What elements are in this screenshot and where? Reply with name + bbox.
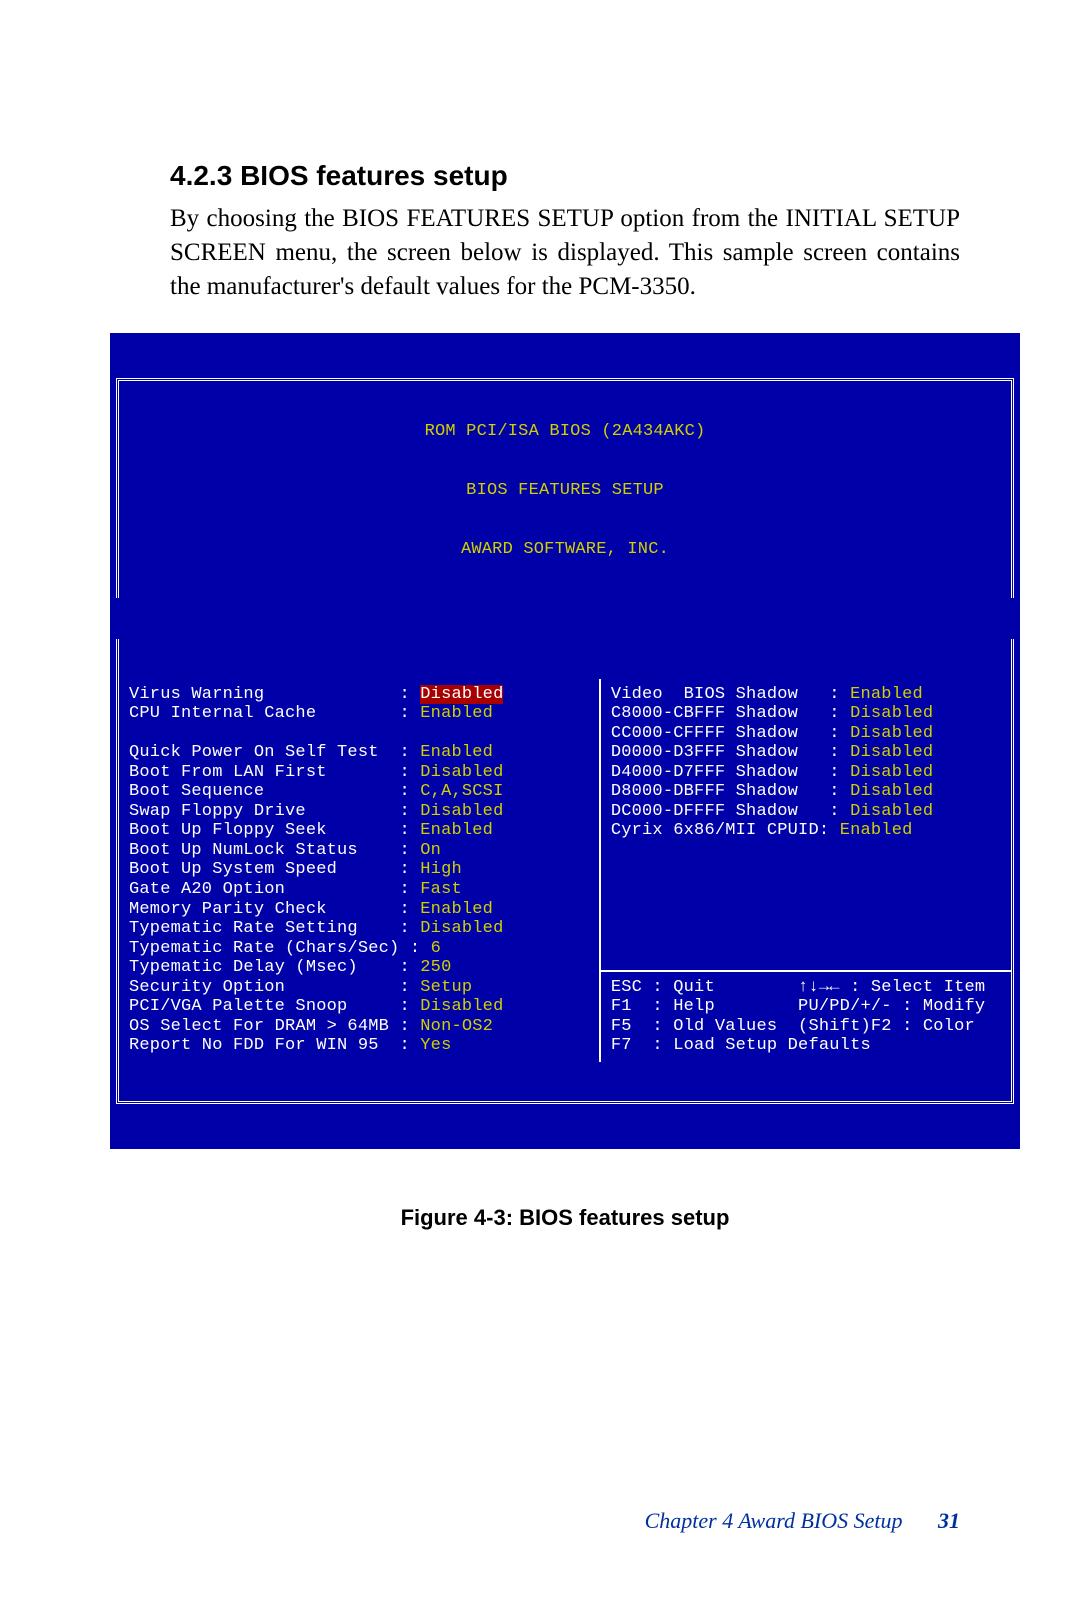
footer-chapter: Chapter 4 Award BIOS Setup: [645, 1508, 903, 1533]
bios-setting-row: DC000-DFFFF Shadow : Disabled: [611, 802, 1005, 822]
bios-setting-value: Disabled: [420, 919, 503, 939]
bios-header-line: BIOS FEATURES SETUP: [119, 481, 1011, 501]
bios-setting-label: D4000-D7FFF Shadow: [611, 763, 819, 783]
bios-setting-row: [129, 724, 593, 744]
bios-setting-label: DC000-DFFFF Shadow: [611, 802, 819, 822]
bios-setting-label: Security Option: [129, 978, 389, 998]
bios-setting-label: Cyrix 6x86/MII CPUID: [611, 821, 819, 841]
bios-setting-label: Report No FDD For WIN 95: [129, 1036, 389, 1056]
bios-setting-row: Report No FDD For WIN 95 : Yes: [129, 1036, 593, 1056]
bios-setting-row: Memory Parity Check : Enabled: [129, 900, 593, 920]
bios-setting-value: Disabled: [420, 685, 503, 705]
bios-setting-row: Security Option : Setup: [129, 978, 593, 998]
bios-setting-label: PCI/VGA Palette Snoop: [129, 997, 389, 1017]
bios-setting-value: C,A,SCSI: [420, 782, 503, 802]
bios-setting-label: Boot Up Floppy Seek: [129, 821, 389, 841]
bios-setting-value: Disabled: [850, 763, 933, 783]
page-footer: Chapter 4 Award BIOS Setup 31: [0, 1508, 960, 1534]
bios-setting-value: Disabled: [850, 802, 933, 822]
bios-screenshot: ROM PCI/ISA BIOS (2A434AKC) BIOS FEATURE…: [110, 333, 1020, 1149]
bios-setting-value: Disabled: [850, 782, 933, 802]
bios-setting-row: Cyrix 6x86/MII CPUID: Enabled: [611, 821, 1005, 841]
section-heading: 4.2.3 BIOS features setup: [170, 160, 960, 192]
bios-setting-value: Non-OS2: [420, 1017, 493, 1037]
bios-setting-label: Typematic Rate (Chars/Sec): [129, 939, 399, 959]
bios-setting-row: C8000-CBFFF Shadow : Disabled: [611, 704, 1005, 724]
bios-setting-row: Quick Power On Self Test : Enabled: [129, 743, 593, 763]
bios-help-line: ESC : Quit ↑↓→← : Select Item: [611, 978, 1005, 998]
bios-setting-label: Boot Up NumLock Status: [129, 841, 389, 861]
bios-setting-value: On: [420, 841, 441, 861]
bios-setting-row: D0000-D3FFF Shadow : Disabled: [611, 743, 1005, 763]
bios-setting-row: Boot From LAN First : Disabled: [129, 763, 593, 783]
bios-setting-label: Video BIOS Shadow: [611, 685, 819, 705]
bios-setting-row: CPU Internal Cache : Enabled: [129, 704, 593, 724]
bios-setting-value: Disabled: [420, 802, 503, 822]
bios-setting-value: Fast: [420, 880, 462, 900]
bios-setting-label: CPU Internal Cache: [129, 704, 389, 724]
bios-setting-label: Quick Power On Self Test: [129, 743, 389, 763]
bios-setting-label: D0000-D3FFF Shadow: [611, 743, 819, 763]
bios-setting-value: Enabled: [850, 685, 923, 705]
section-number: 4.2.3: [170, 160, 232, 191]
bios-help-line: F1 : Help PU/PD/+/- : Modify: [611, 997, 1005, 1017]
bios-setting-row: Swap Floppy Drive : Disabled: [129, 802, 593, 822]
bios-setting-value: Setup: [420, 978, 472, 998]
bios-setting-row: Typematic Rate Setting : Disabled: [129, 919, 593, 939]
bios-setting-value: Enabled: [420, 900, 493, 920]
section-title: BIOS features setup: [240, 160, 508, 191]
bios-setting-value: 6: [431, 939, 441, 959]
bios-setting-label: Memory Parity Check: [129, 900, 389, 920]
bios-setting-label: Virus Warning: [129, 685, 389, 705]
bios-setting-value: Disabled: [850, 704, 933, 724]
figure-caption: Figure 4-3: BIOS features setup: [170, 1205, 960, 1231]
bios-setting-value: Enabled: [420, 821, 493, 841]
bios-setting-value: 250: [420, 958, 451, 978]
bios-setting-value: Disabled: [420, 763, 503, 783]
bios-setting-label: Boot Sequence: [129, 782, 389, 802]
bios-setting-row: Video BIOS Shadow : Enabled: [611, 685, 1005, 705]
bios-setting-value: Yes: [420, 1036, 451, 1056]
bios-setting-value: Disabled: [420, 997, 503, 1017]
bios-setting-row: Virus Warning : Disabled: [129, 685, 593, 705]
bios-setting-row: OS Select For DRAM > 64MB : Non-OS2: [129, 1017, 593, 1037]
bios-setting-value: Enabled: [420, 743, 493, 763]
bios-help-box: ESC : Quit ↑↓→← : Select ItemF1 : Help P…: [601, 972, 1011, 1062]
bios-setting-value: Enabled: [420, 704, 493, 724]
bios-setting-row: PCI/VGA Palette Snoop : Disabled: [129, 997, 593, 1017]
bios-setting-label: C8000-CBFFF Shadow: [611, 704, 819, 724]
bios-setting-row: Boot Up Floppy Seek : Enabled: [129, 821, 593, 841]
bios-setting-label: Typematic Delay (Msec): [129, 958, 389, 978]
bios-right-column: Video BIOS Shadow : EnabledC8000-CBFFF S…: [601, 679, 1011, 972]
bios-setting-value: Disabled: [850, 724, 933, 744]
bios-setting-row: Typematic Delay (Msec) : 250: [129, 958, 593, 978]
bios-setting-label: Swap Floppy Drive: [129, 802, 389, 822]
bios-setting-row: D4000-D7FFF Shadow : Disabled: [611, 763, 1005, 783]
bios-header-line: AWARD SOFTWARE, INC.: [119, 540, 1011, 560]
bios-setting-label: OS Select For DRAM > 64MB: [129, 1017, 399, 1037]
bios-setting-row: CC000-CFFFF Shadow : Disabled: [611, 724, 1005, 744]
bios-setting-value: Enabled: [840, 821, 913, 841]
bios-setting-label: Typematic Rate Setting: [129, 919, 389, 939]
bios-setting-row: Boot Up NumLock Status : On: [129, 841, 593, 861]
bios-help-line: F7 : Load Setup Defaults: [611, 1036, 1005, 1056]
bios-setting-row: Gate A20 Option : Fast: [129, 880, 593, 900]
bios-setting-value: Disabled: [850, 743, 933, 763]
bios-header-line: ROM PCI/ISA BIOS (2A434AKC): [119, 422, 1011, 442]
bios-setting-label: Boot From LAN First: [129, 763, 389, 783]
bios-help-line: F5 : Old Values (Shift)F2 : Color: [611, 1017, 1005, 1037]
bios-setting-row: Boot Up System Speed : High: [129, 860, 593, 880]
footer-page-number: 31: [938, 1508, 960, 1533]
bios-setting-label: Boot Up System Speed: [129, 860, 389, 880]
bios-setting-label: CC000-CFFFF Shadow: [611, 724, 819, 744]
bios-setting-value: High: [420, 860, 462, 880]
bios-setting-label: Gate A20 Option: [129, 880, 389, 900]
bios-setting-row: Boot Sequence : C,A,SCSI: [129, 782, 593, 802]
body-paragraph: By choosing the BIOS FEATURES SETUP opti…: [170, 202, 960, 303]
bios-setting-row: Typematic Rate (Chars/Sec) : 6: [129, 939, 593, 959]
bios-left-column: Virus Warning : DisabledCPU Internal Cac…: [119, 679, 601, 1062]
bios-setting-row: D8000-DBFFF Shadow : Disabled: [611, 782, 1005, 802]
bios-setting-label: D8000-DBFFF Shadow: [611, 782, 819, 802]
